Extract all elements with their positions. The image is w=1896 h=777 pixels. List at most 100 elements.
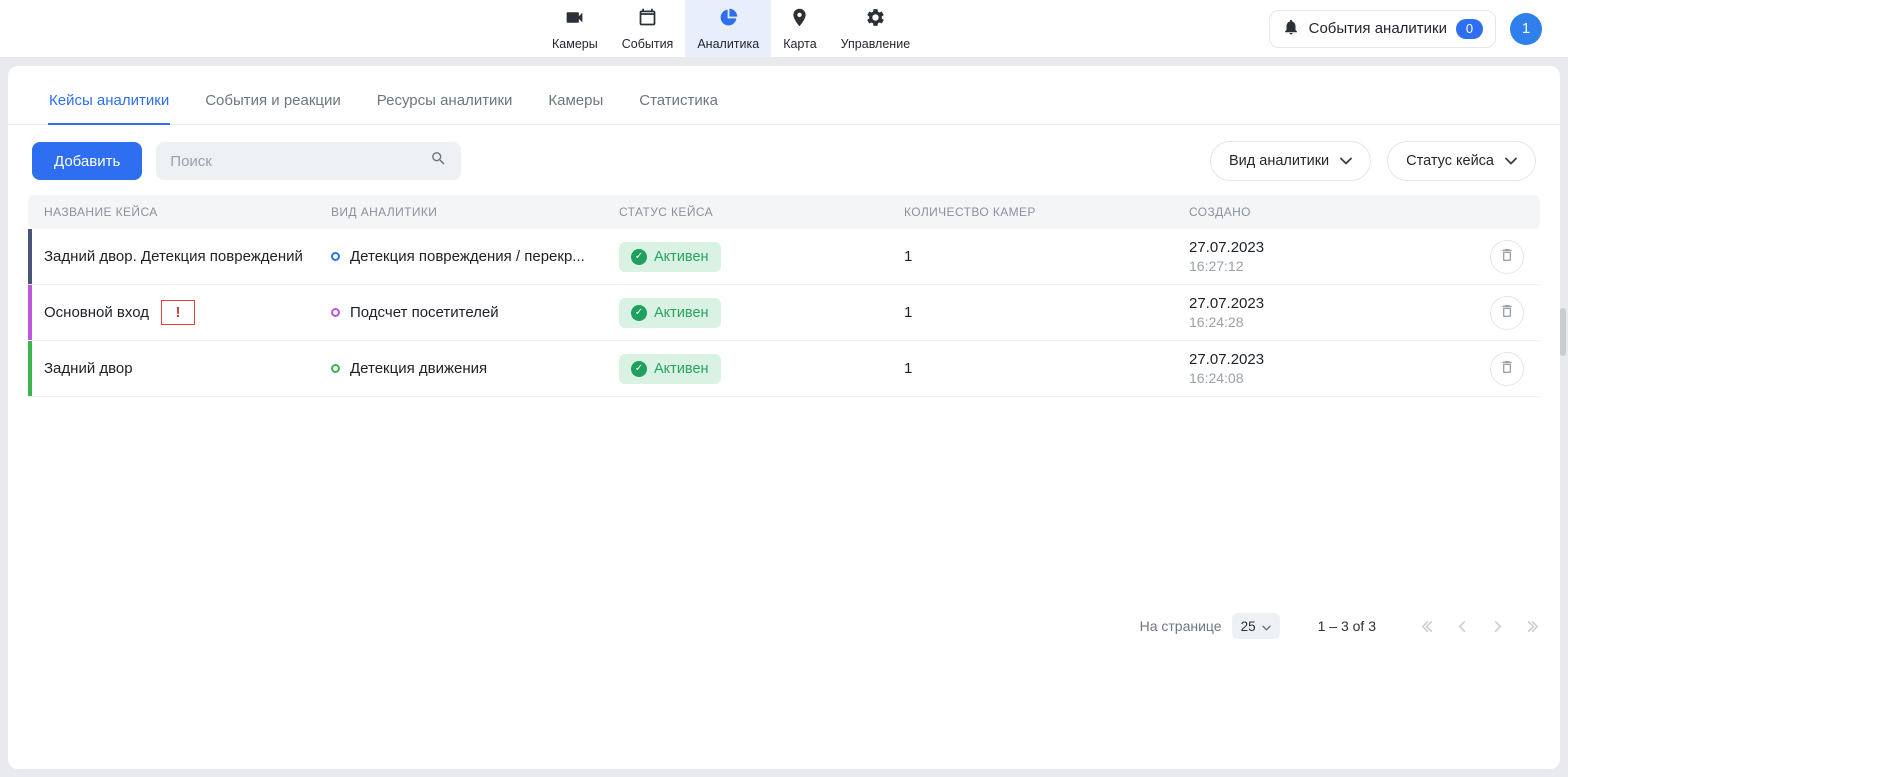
case-status-cell: ✓ Активен	[603, 242, 888, 272]
analytics-type-label: Подсчет посетителей	[350, 304, 509, 321]
alert-exclamation-icon: !	[161, 300, 195, 325]
analytics-events-button[interactable]: События аналитики 0	[1269, 10, 1496, 48]
delete-case-button[interactable]	[1490, 240, 1524, 274]
analytics-type-filter-label: Вид аналитики	[1229, 153, 1329, 169]
delete-case-button[interactable]	[1490, 352, 1524, 386]
trash-icon	[1499, 303, 1515, 322]
chevron-down-icon	[1505, 153, 1517, 169]
analytics-type-dot-icon	[331, 364, 340, 373]
nav-label: Аналитика	[697, 37, 759, 51]
column-header-analytics-type: ВИД АНАЛИТИКИ	[315, 205, 603, 219]
per-page-value: 25	[1241, 619, 1256, 634]
table-row[interactable]: Задний двор Детекция движения ✓ Активен	[28, 341, 1540, 397]
nav-label: Камеры	[552, 37, 598, 51]
created-cell: 27.07.2023 16:24:08	[1173, 351, 1473, 386]
row-actions-cell	[1473, 296, 1540, 330]
analytics-type-filter[interactable]: Вид аналитики	[1210, 141, 1371, 181]
column-header-created: СОЗДАНО	[1173, 205, 1473, 219]
top-bar: Камеры События Аналитика	[0, 0, 1568, 58]
status-label: Активен	[654, 305, 709, 321]
per-page-select[interactable]: 25	[1232, 613, 1280, 639]
created-date: 27.07.2023	[1189, 351, 1264, 368]
chevron-down-icon	[1340, 153, 1352, 169]
tab-events-reactions[interactable]: События и реакции	[204, 86, 342, 125]
nav-item-events[interactable]: События	[610, 0, 686, 57]
case-status-cell: ✓ Активен	[603, 354, 888, 384]
events-icon	[637, 7, 658, 33]
analytics-type-cell: Детекция повреждения / перекр...	[315, 248, 603, 265]
toolbar: Добавить Вид аналитики	[32, 141, 1536, 181]
table-row[interactable]: Основной вход ! Подсчет посетителей ✓ Ак…	[28, 285, 1540, 341]
delete-case-button[interactable]	[1490, 296, 1524, 330]
nav-item-map[interactable]: Карта	[771, 0, 828, 57]
case-status-filter[interactable]: Статус кейса	[1387, 141, 1536, 181]
next-page-button[interactable]	[1490, 619, 1505, 634]
tab-analytics-cases[interactable]: Кейсы аналитики	[48, 86, 170, 125]
search-input[interactable]	[170, 153, 430, 170]
range-text: 1 – 3 of 3	[1318, 618, 1376, 634]
row-accent-bar	[28, 229, 32, 284]
case-name-cell: Задний двор	[28, 360, 315, 377]
nav-item-cameras[interactable]: Камеры	[540, 0, 610, 57]
cases-table: НАЗВАНИЕ КЕЙСА ВИД АНАЛИТИКИ СТАТУС КЕЙС…	[28, 195, 1540, 397]
row-actions-cell	[1473, 352, 1540, 386]
case-name: Задний двор. Детекция повреждений	[44, 248, 303, 265]
tab-statistics[interactable]: Статистика	[638, 86, 719, 125]
case-status-cell: ✓ Активен	[603, 298, 888, 328]
status-badge: ✓ Активен	[619, 298, 721, 328]
case-name: Основной вход	[44, 304, 149, 321]
app-window: Камеры События Аналитика	[0, 0, 1568, 777]
search-field[interactable]	[156, 142, 461, 180]
created-date: 27.07.2023	[1189, 295, 1264, 312]
pie-chart-icon	[718, 7, 739, 33]
topbar-right-controls: События аналитики 0 1	[1269, 0, 1542, 57]
first-page-button[interactable]	[1420, 619, 1435, 634]
case-name-cell: Основной вход !	[28, 300, 315, 325]
created-time: 16:27:12	[1189, 258, 1244, 274]
analytics-events-label: События аналитики	[1309, 20, 1447, 37]
table-header-row: НАЗВАНИЕ КЕЙСА ВИД АНАЛИТИКИ СТАТУС КЕЙС…	[28, 195, 1540, 229]
map-pin-icon	[789, 7, 810, 33]
case-status-filter-label: Статус кейса	[1406, 153, 1494, 169]
screenshot-canvas: Камеры События Аналитика	[0, 0, 1896, 777]
bell-icon	[1282, 18, 1300, 40]
tab-cameras[interactable]: Камеры	[547, 86, 604, 125]
per-page-label: На странице	[1140, 618, 1222, 634]
nav-label: Управление	[841, 37, 911, 51]
analytics-type-dot-icon	[331, 308, 340, 317]
main-navigation: Камеры События Аналитика	[540, 0, 922, 57]
case-name: Задний двор	[44, 360, 133, 377]
table-row[interactable]: Задний двор. Детекция повреждений Детекц…	[28, 229, 1540, 285]
chevron-down-icon	[1262, 619, 1271, 634]
analytics-type-label: Детекция повреждения / перекр...	[350, 248, 595, 265]
camera-count-cell: 1	[888, 304, 1173, 321]
pager-controls	[1420, 619, 1540, 634]
user-avatar[interactable]: 1	[1510, 13, 1542, 45]
panel-bottom-space	[8, 641, 1560, 769]
check-circle-icon: ✓	[631, 305, 647, 321]
gear-icon	[865, 7, 886, 33]
created-time: 16:24:28	[1189, 314, 1244, 330]
row-accent-bar	[28, 341, 32, 396]
camera-count-cell: 1	[888, 248, 1173, 265]
row-actions-cell	[1473, 240, 1540, 274]
add-button[interactable]: Добавить	[32, 142, 142, 180]
last-page-button[interactable]	[1525, 619, 1540, 634]
nav-label: События	[622, 37, 674, 51]
trash-icon	[1499, 359, 1515, 378]
check-circle-icon: ✓	[631, 361, 647, 377]
section-tabs: Кейсы аналитики События и реакции Ресурс…	[8, 66, 1560, 125]
nav-item-management[interactable]: Управление	[829, 0, 923, 57]
created-cell: 27.07.2023 16:24:28	[1173, 295, 1473, 330]
status-label: Активен	[654, 249, 709, 265]
search-icon	[430, 150, 447, 172]
nav-item-analytics[interactable]: Аналитика	[685, 0, 771, 57]
row-accent-bar	[28, 285, 32, 340]
scrollbar-thumb[interactable]	[1560, 308, 1566, 356]
previous-page-button[interactable]	[1455, 619, 1470, 634]
case-name-cell: Задний двор. Детекция повреждений	[28, 248, 315, 265]
pagination-bar: На странице 25 1 – 3 of 3	[8, 611, 1560, 641]
tab-analytics-resources[interactable]: Ресурсы аналитики	[376, 86, 514, 125]
analytics-type-label: Детекция движения	[350, 360, 497, 377]
check-circle-icon: ✓	[631, 249, 647, 265]
